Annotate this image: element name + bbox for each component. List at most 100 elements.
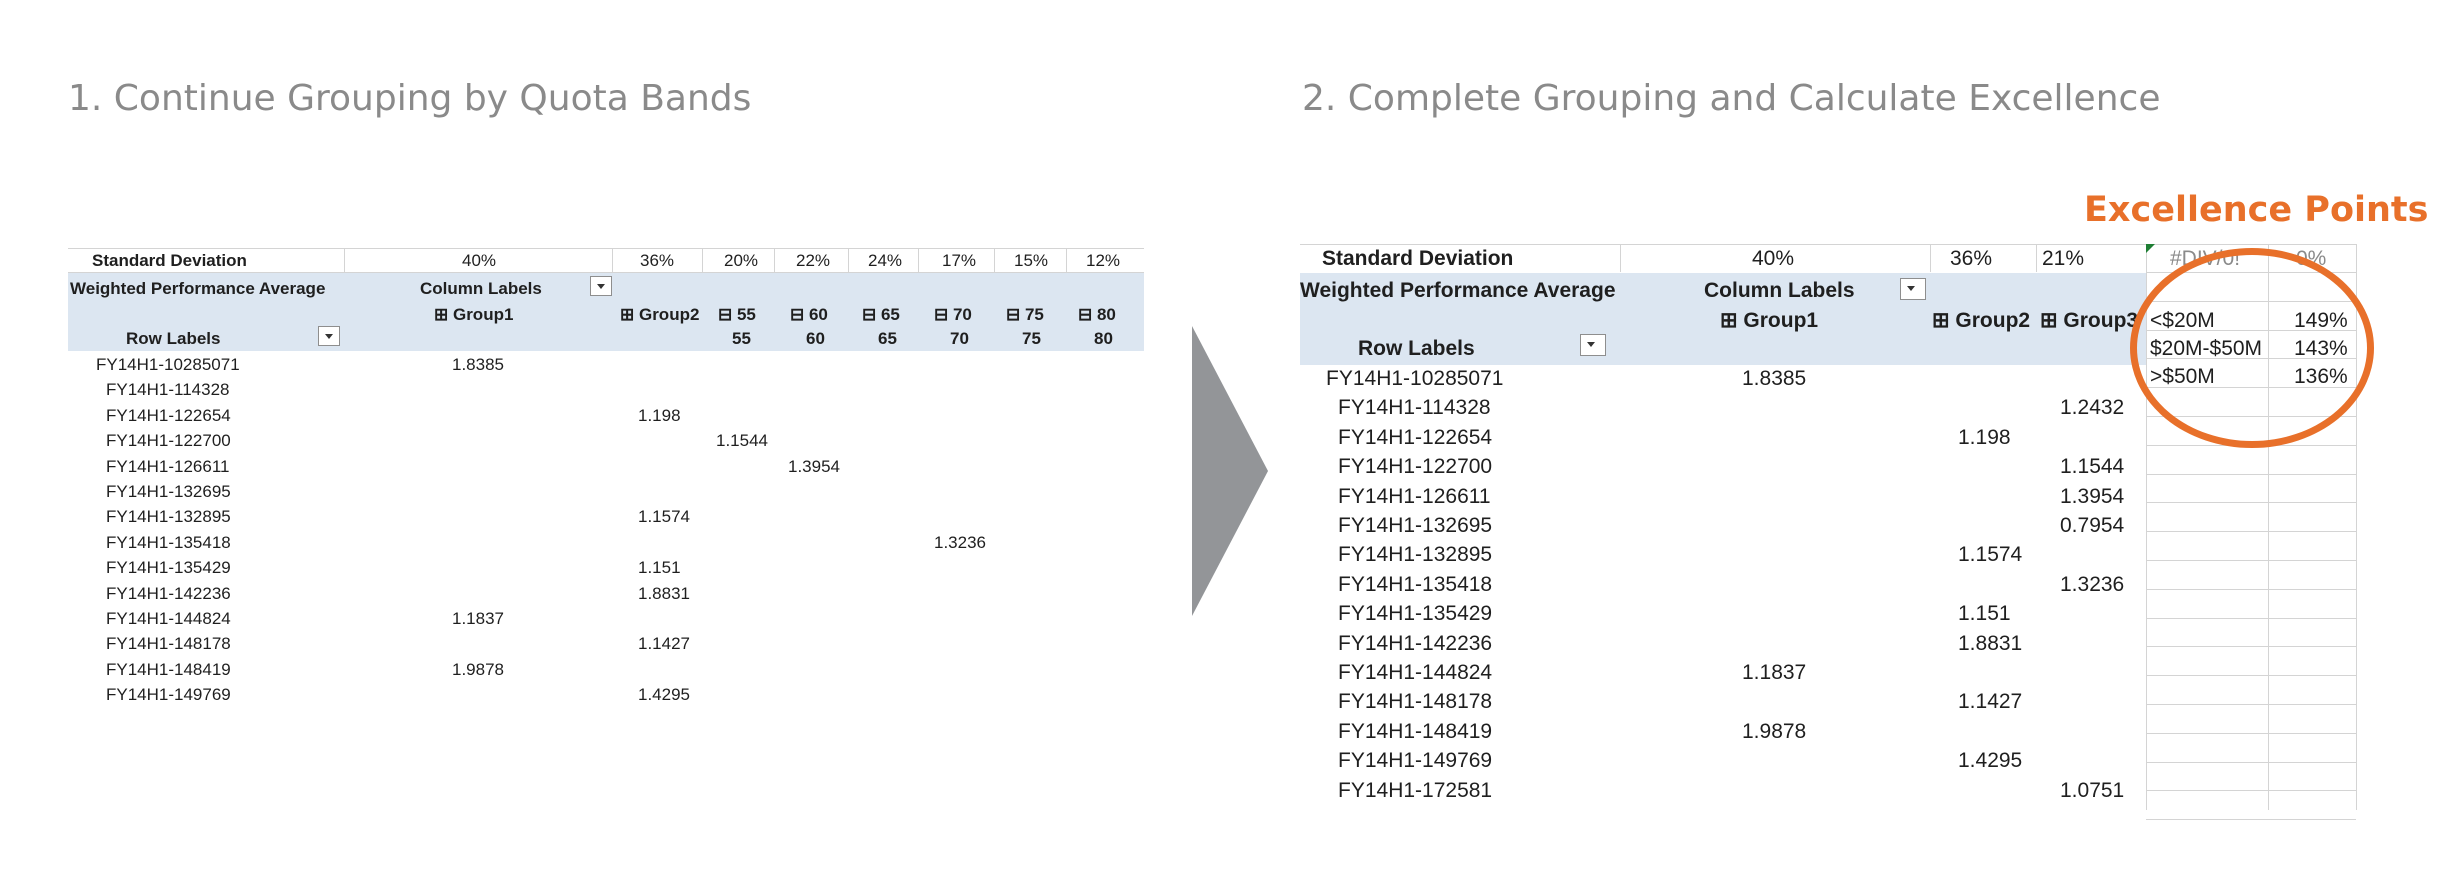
- value-cell: 1.1574: [1958, 543, 2023, 566]
- value-cell: 1.8385: [452, 355, 504, 374]
- value-cell: 1.1837: [452, 609, 504, 628]
- band-75-subheader: 75: [1022, 329, 1041, 348]
- row-label: FY14H1-126611: [1338, 485, 1491, 508]
- row-label: FY14H1-132695: [1338, 514, 1493, 537]
- grid-line: [612, 248, 613, 272]
- grid-line: [1930, 244, 1931, 272]
- value-cell: 1.1427: [1958, 690, 2023, 713]
- row-label: FY14H1-135429: [106, 558, 231, 577]
- band-55-header[interactable]: ⊟ 55: [718, 306, 756, 323]
- grid-line: [2146, 589, 2356, 590]
- row-label: FY14H1-10285071: [96, 355, 240, 374]
- grid-line: [2146, 560, 2356, 561]
- value-cell: 1.198: [638, 406, 681, 425]
- grid-line: [994, 248, 995, 272]
- row-label: FY14H1-135429: [1338, 602, 1493, 625]
- band-80-subheader: 80: [1094, 329, 1113, 348]
- row-label: FY14H1-148178: [1338, 690, 1493, 713]
- row-label: FY14H1-142236: [106, 584, 231, 603]
- value-cell: 1.8831: [1958, 632, 2023, 655]
- std-dev-value: 24%: [868, 251, 903, 270]
- excellence-highlight-circle: [2130, 248, 2374, 448]
- value-cell: 1.3236: [2060, 573, 2125, 596]
- grid-line: [774, 248, 775, 272]
- column-labels-filter-dropdown[interactable]: [590, 276, 612, 296]
- grid-line: [2146, 790, 2356, 791]
- std-dev-value: 17%: [942, 251, 977, 270]
- column-labels-header: Column Labels: [420, 279, 542, 298]
- row-label: FY14H1-114328: [1338, 396, 1491, 419]
- row-label: FY14H1-148419: [1338, 720, 1493, 743]
- value-cell: 1.8385: [1742, 367, 1807, 390]
- row-label: FY14H1-122700: [106, 431, 231, 450]
- grid-line: [2146, 502, 2356, 503]
- band-60-subheader: 60: [806, 329, 825, 348]
- grid-line: [68, 248, 1144, 249]
- row-label: FY14H1-149769: [106, 685, 231, 704]
- row-label: FY14H1-122700: [1338, 455, 1493, 478]
- group1-column-header[interactable]: ⊞ Group1: [1720, 310, 1818, 331]
- value-cell: 1.1544: [2060, 455, 2125, 478]
- value-cell: 0.7954: [2060, 514, 2125, 537]
- value-cell: 1.3954: [788, 457, 840, 476]
- row-labels-header: Row Labels: [126, 329, 221, 348]
- value-cell: 1.198: [1958, 426, 2011, 449]
- value-cell: 1.9878: [452, 660, 504, 679]
- excellence-points-title: Excellence Points: [2084, 190, 2429, 230]
- weighted-performance-average-label: Weighted Performance Average: [1300, 279, 1616, 302]
- std-dev-label: Standard Deviation: [1322, 247, 1514, 270]
- std-dev-value: 15%: [1014, 251, 1049, 270]
- row-label: FY14H1-126611: [106, 457, 230, 476]
- band-75-header[interactable]: ⊟ 75: [1006, 306, 1044, 323]
- row-label: FY14H1-172581: [1338, 779, 1493, 802]
- std-dev-value: 21%: [2042, 247, 2085, 270]
- row-label: FY14H1-135418: [106, 533, 231, 552]
- band-60-header[interactable]: ⊟ 60: [790, 306, 828, 323]
- band-70-subheader: 70: [950, 329, 969, 348]
- column-labels-filter-dropdown[interactable]: [1900, 278, 1926, 300]
- weighted-performance-average-label: Weighted Performance Average: [70, 279, 326, 298]
- grid-line: [1300, 244, 2356, 245]
- grid-line: [848, 248, 849, 272]
- grid-line: [1066, 248, 1067, 272]
- band-70-header[interactable]: ⊟ 70: [934, 306, 972, 323]
- grid-line: [2146, 704, 2356, 705]
- row-label: FY14H1-144824: [1338, 661, 1493, 684]
- row-label: FY14H1-144824: [106, 609, 231, 628]
- grid-line: [1620, 244, 1621, 272]
- row-labels-header: Row Labels: [1358, 337, 1475, 360]
- grid-line: [2146, 762, 2356, 763]
- row-label: FY14H1-122654: [106, 406, 231, 425]
- row-label: FY14H1-148178: [106, 634, 231, 653]
- value-cell: 1.3954: [2060, 485, 2125, 508]
- std-dev-value: 36%: [1950, 247, 1993, 270]
- band-80-header[interactable]: ⊟ 80: [1078, 306, 1116, 323]
- std-dev-value: 12%: [1086, 251, 1121, 270]
- band-65-header[interactable]: ⊟ 65: [862, 306, 900, 323]
- value-cell: 1.1544: [716, 431, 768, 450]
- grid-line: [702, 248, 703, 272]
- std-dev-value: 20%: [724, 251, 759, 270]
- grid-line: [344, 248, 345, 272]
- row-label: FY14H1-122654: [1338, 426, 1493, 449]
- grid-line: [2146, 618, 2356, 619]
- group2-column-header[interactable]: ⊞ Group2: [620, 306, 699, 323]
- column-labels-header: Column Labels: [1704, 279, 1855, 302]
- value-cell: 1.4295: [1958, 749, 2023, 772]
- group2-column-header[interactable]: ⊞ Group2: [1932, 310, 2030, 331]
- row-label: FY14H1-114328: [106, 380, 230, 399]
- value-cell: 1.1574: [638, 507, 690, 526]
- row-labels-filter-dropdown[interactable]: [1580, 334, 1606, 356]
- value-cell: 1.1427: [638, 634, 690, 653]
- std-dev-value: 40%: [1752, 247, 1795, 270]
- value-cell: 1.151: [1958, 602, 2011, 625]
- row-label: FY14H1-132895: [1338, 543, 1493, 566]
- group3-column-header[interactable]: ⊞ Group3: [2040, 310, 2138, 331]
- std-dev-value: 36%: [640, 251, 675, 270]
- group1-column-header[interactable]: ⊞ Group1: [434, 306, 513, 323]
- value-cell: 1.0751: [2060, 779, 2125, 802]
- row-label: FY14H1-132895: [106, 507, 231, 526]
- grid-line: [2146, 646, 2356, 647]
- value-cell: 1.3236: [934, 533, 986, 552]
- row-labels-filter-dropdown[interactable]: [318, 326, 340, 346]
